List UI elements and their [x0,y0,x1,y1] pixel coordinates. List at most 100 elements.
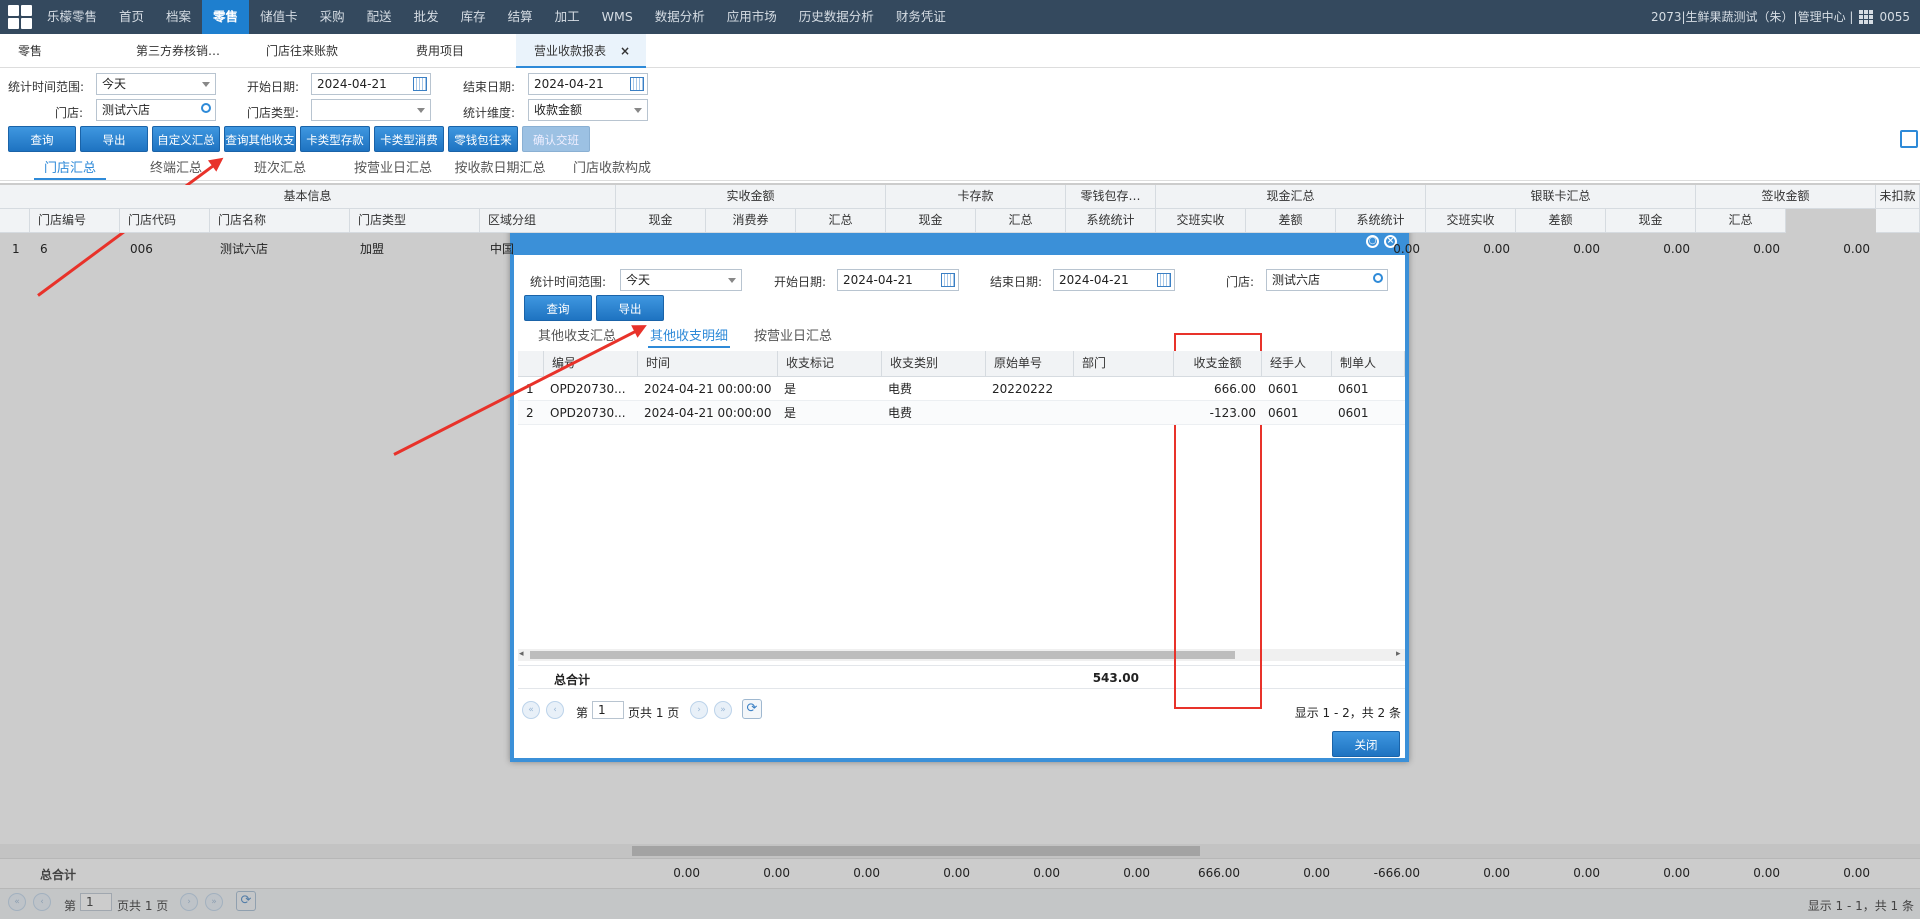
nav-item-15[interactable]: 财务凭证 [885,0,957,34]
sub-tab-1[interactable]: 终端汇总 [140,158,212,180]
nav-item-13[interactable]: 应用市场 [716,0,788,34]
modal-end-date[interactable]: 2024-04-21 [1053,269,1175,291]
nav-item-6[interactable]: 配送 [356,0,403,34]
search-icon[interactable] [1373,273,1383,283]
nav-item-2[interactable]: 档案 [155,0,202,34]
sub-tab-2[interactable]: 班次汇总 [244,158,316,180]
last-page-icon[interactable]: » [714,701,732,719]
totals-value: 0.00 [1033,866,1060,880]
calendar-icon[interactable] [630,77,644,91]
page-tab-label: 营业收款报表 [534,44,607,58]
grid-column-header: 现金 [1606,209,1696,233]
nav-item-9[interactable]: 结算 [497,0,544,34]
first-page-icon[interactable]: « [522,701,540,719]
grid-column-header [1876,209,1920,233]
nav-item-8[interactable]: 库存 [450,0,497,34]
modal-column-header: 部门 [1074,351,1174,377]
toolbar-button-5[interactable]: 卡类型消费 [374,126,444,152]
sub-tab-3[interactable]: 按营业日汇总 [344,158,442,180]
prev-page-icon[interactable]: ‹ [546,701,564,719]
close-icon[interactable]: × [620,44,630,58]
refresh-icon[interactable]: ⟳ [742,699,762,719]
search-icon[interactable] [201,103,211,113]
page-tab-4[interactable]: 营业收款报表 × [516,34,646,68]
page-tab-0[interactable]: 零售 [0,34,118,68]
scroll-left-icon[interactable]: ◂ [519,649,524,659]
cell-value: 0.00 [1843,242,1870,256]
user-id[interactable]: 0055 [1879,0,1910,34]
modal-page-input[interactable]: 1 [592,701,624,719]
store-label: 门店: [55,106,84,120]
cell-area: 中国 [490,242,515,256]
modal-store-input[interactable]: 测试六店 [1266,269,1388,291]
sub-tab-0[interactable]: 门店汇总 [34,158,106,180]
modal-rownum-header [518,351,544,377]
toolbar-button-1[interactable]: 导出 [80,126,148,152]
page-tab-3[interactable]: 费用项目 [398,34,516,68]
modal-query-button[interactable]: 查询 [524,295,592,321]
modal-start-date[interactable]: 2024-04-21 [837,269,959,291]
toolbar-button-3[interactable]: 查询其他收支 [224,126,296,152]
nav-item-10[interactable]: 加工 [544,0,591,34]
start-date-label: 开始日期: [247,80,300,94]
grid-column-header: 门店编号 [30,209,120,233]
toolbar-button-0[interactable]: 查询 [8,126,76,152]
scroll-right-icon[interactable]: ▸ [1396,649,1401,659]
calendar-icon[interactable] [413,77,427,91]
modal-total-row [518,665,1405,689]
nav-item-0[interactable]: 乐檬零售 [36,0,108,34]
page-tab-2[interactable]: 门店往来账款 [248,34,398,68]
totals-value: 0.00 [1843,866,1870,880]
grid-column-header: 交班实收 [1426,209,1516,233]
next-page-icon[interactable]: › [690,701,708,719]
edit-icon[interactable] [1900,130,1918,148]
org-info[interactable]: 2073|生鲜果蔬测试（朱）|管理中心 | [1651,0,1853,34]
totals-value: 0.00 [853,866,880,880]
calendar-icon[interactable] [1157,273,1171,287]
end-date-label: 结束日期: [463,80,516,94]
nav-item-12[interactable]: 数据分析 [644,0,716,34]
nav-item-1[interactable]: 首页 [108,0,155,34]
nav-item-3[interactable]: 零售 [202,0,250,34]
store-input[interactable]: 测试六店 [96,99,216,121]
sub-tab-4[interactable]: 按收款日期汇总 [450,158,550,180]
grid-group-header: 现金汇总 [1156,185,1426,209]
nav-item-11[interactable]: WMS [591,0,644,34]
toolbar-button-7[interactable]: 确认交班 [522,126,590,152]
grid-column-header: 现金 [616,209,706,233]
modal-cell-time: 2024-04-21 00:00:00 [644,382,772,396]
modal-range-select[interactable]: 今天 [620,269,742,291]
modal-column-header: 经手人 [1262,351,1332,377]
modal-column-header: 收支标记 [778,351,882,377]
nav-item-4[interactable]: 储值卡 [249,0,309,34]
modal-column-header: 原始单号 [986,351,1074,377]
modal-export-button[interactable]: 导出 [596,295,664,321]
grid-group-header: 签收金额 [1696,185,1876,209]
totals-value: 666.00 [1198,866,1240,880]
calendar-icon[interactable] [941,273,955,287]
app-grid-icon[interactable] [8,5,32,29]
nav-item-14[interactable]: 历史数据分析 [788,0,885,34]
modal-store-label: 门店: [1226,275,1255,289]
toolbar-button-6[interactable]: 零钱包往来 [448,126,518,152]
store-type-select[interactable] [311,99,431,121]
page-tab-1[interactable]: 第三方券核销… [118,34,248,68]
dimension-select[interactable]: 收款金额 [528,99,648,121]
grid-group-header: 零钱包存… [1066,185,1156,209]
modal-scrollbar-thumb[interactable] [530,651,1235,659]
grid-column-header: 区域分组 [480,209,616,233]
sub-tab-5[interactable]: 门店收款构成 [562,158,662,180]
nav-item-5[interactable]: 采购 [309,0,356,34]
totals-value: 0.00 [943,866,970,880]
modal-tab-1[interactable]: 其他收支明细 [648,326,730,348]
end-date-input[interactable]: 2024-04-21 [528,73,648,95]
nav-item-7[interactable]: 批发 [403,0,450,34]
start-date-input[interactable]: 2024-04-21 [311,73,431,95]
modal-tab-2[interactable]: 按营业日汇总 [752,326,834,348]
range-select[interactable]: 今天 [96,73,216,95]
grid-column-header: 门店名称 [210,209,350,233]
close-button[interactable]: 关闭 [1332,731,1400,757]
apps-icon[interactable] [1859,10,1874,24]
toolbar-button-4[interactable]: 卡类型存款 [300,126,370,152]
toolbar-button-2[interactable]: 自定义汇总 [152,126,220,152]
